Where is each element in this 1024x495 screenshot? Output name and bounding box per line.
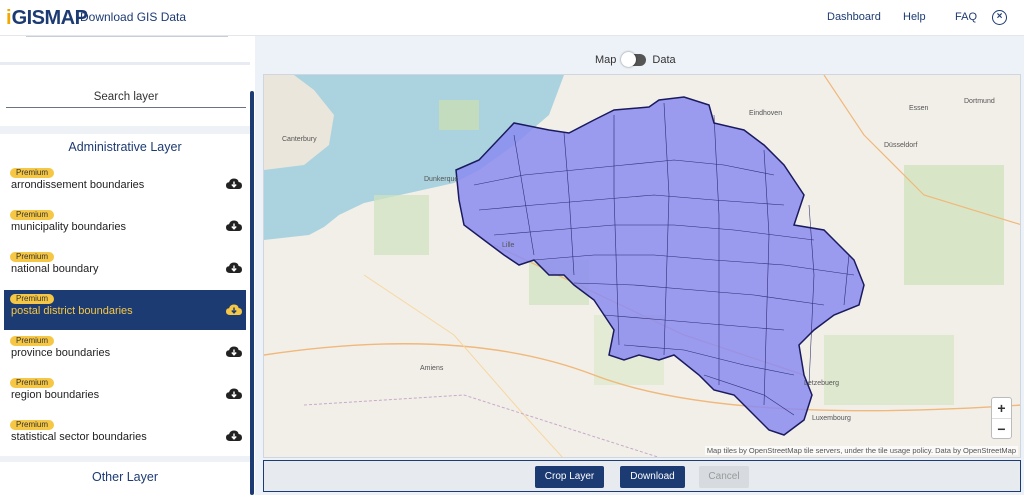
cloud-download-icon[interactable] — [226, 304, 242, 316]
place-label: Eindhoven — [749, 110, 782, 117]
forest-patch — [439, 100, 479, 130]
layer-item[interactable]: Premium province boundaries — [4, 332, 246, 372]
premium-badge: Premium — [10, 252, 55, 262]
map-data-switch[interactable] — [621, 52, 647, 67]
gismap-logo[interactable]: i GISMAP — [6, 5, 88, 31]
toggle-data-label: Data — [652, 54, 676, 66]
toggle-map-label: Map — [595, 54, 617, 66]
map-canvas: Canterbury Dunkerque Lille Amiens Eindho… — [264, 75, 1020, 457]
map-view[interactable]: Canterbury Dunkerque Lille Amiens Eindho… — [263, 74, 1021, 458]
place-label: Dunkerque — [424, 176, 458, 183]
forest-patch — [374, 195, 429, 255]
search-box — [6, 86, 246, 108]
download-button[interactable]: Download — [620, 466, 685, 488]
nav-dashboard[interactable]: Dashboard — [827, 11, 881, 23]
search-layer-input[interactable] — [6, 86, 246, 107]
place-label: Amiens — [420, 365, 444, 372]
cloud-download-icon[interactable] — [226, 220, 242, 232]
forest-patch — [824, 335, 954, 405]
layer-item[interactable]: Premium arrondissement boundaries — [4, 164, 246, 204]
layer-item[interactable]: Premium region boundaries — [4, 374, 246, 414]
place-label: Essen — [909, 105, 929, 112]
premium-badge: Premium — [10, 210, 55, 220]
divider — [0, 62, 250, 65]
close-icon[interactable]: × — [992, 10, 1007, 25]
layer-sidebar: Administrative Layer Premiumarrondisseme… — [0, 36, 255, 495]
cloud-download-icon[interactable] — [226, 178, 242, 190]
cloud-download-icon[interactable] — [226, 430, 242, 442]
zoom-in-button[interactable]: + — [992, 398, 1011, 418]
forest-patch — [904, 165, 1004, 285]
border-line — [303, 394, 660, 457]
nav-faq[interactable]: FAQ — [955, 11, 977, 23]
app-title: Download GIS Data — [80, 10, 187, 24]
cancel-button[interactable]: Cancel — [699, 466, 749, 488]
other-layer-heading[interactable]: Other Layer — [0, 470, 250, 484]
cloud-download-icon[interactable] — [226, 388, 242, 400]
place-label: Düsseldorf — [884, 142, 918, 149]
layer-label: arrondissement boundaries — [11, 179, 145, 191]
sidebar-scrollbar[interactable] — [250, 91, 254, 495]
divider — [26, 36, 228, 37]
layer-label: postal district boundaries — [11, 305, 133, 317]
layer-label: province boundaries — [11, 347, 111, 359]
place-label: Dortmund — [964, 98, 995, 105]
layer-item[interactable]: Premium municipality boundaries — [4, 206, 246, 246]
cloud-download-icon[interactable] — [226, 346, 242, 358]
divider — [0, 126, 250, 134]
layer-item[interactable]: Premium national boundary — [4, 248, 246, 288]
map-panel: Map Data Canterbury Dunkerque Lille Amie… — [255, 36, 1024, 495]
layer-item[interactable]: Premium statistical sector boundaries — [4, 416, 246, 456]
nav-help[interactable]: Help — [903, 11, 926, 23]
layer-label: national boundary — [11, 263, 99, 275]
map-attribution[interactable]: Map tiles by OpenStreetMap tile servers,… — [704, 446, 1018, 455]
place-label: Lille — [502, 242, 515, 249]
premium-badge: Premium — [10, 336, 55, 346]
premium-badge: Premium — [10, 420, 55, 430]
switch-knob — [621, 52, 637, 67]
layer-label: statistical sector boundaries — [11, 431, 147, 443]
premium-badge: Premium — [10, 378, 55, 388]
layer-label: region boundaries — [11, 389, 100, 401]
admin-layer-heading: Administrative Layer — [68, 140, 182, 154]
place-label: Letzebuerg — [804, 380, 839, 387]
zoom-control: + − — [991, 397, 1012, 439]
top-bar: i GISMAP Download GIS Data Dashboard Hel… — [0, 0, 1024, 36]
crop-layer-button[interactable]: Crop Layer — [535, 466, 604, 488]
map-data-toggle: Map Data — [595, 52, 676, 67]
layer-item[interactable]: Premium postal district boundaries — [4, 290, 246, 330]
cloud-download-icon[interactable] — [226, 262, 242, 274]
premium-badge: Premium — [10, 294, 55, 304]
divider — [0, 456, 250, 462]
premium-badge: Premium — [10, 168, 55, 178]
logo-text: GISMAP — [11, 6, 88, 29]
zoom-out-button[interactable]: − — [992, 418, 1011, 438]
place-label: Canterbury — [282, 136, 317, 143]
place-label: Luxembourg — [812, 415, 851, 422]
action-bar: Crop Layer Download Cancel — [263, 460, 1021, 492]
layer-label: municipality boundaries — [11, 221, 126, 233]
